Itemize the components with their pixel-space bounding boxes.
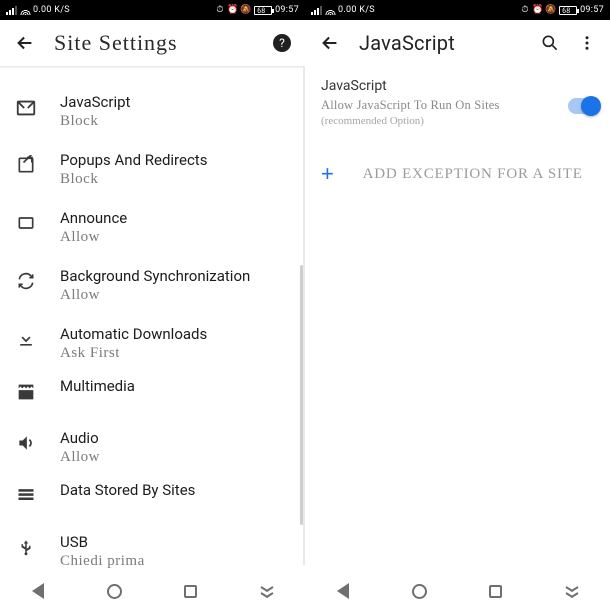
row-multimedia[interactable]: Multimedia [0, 377, 305, 429]
square-icon [184, 585, 197, 598]
status-bar: 0.00 K/S ⏱ ⏰ 🔕 68 09:57 [0, 0, 305, 20]
nav-recent[interactable] [182, 582, 200, 600]
row-label: Automatic Downloads [60, 325, 207, 343]
header-left: Site Settings ? [0, 20, 305, 66]
alarm-icon: ⏰ [228, 5, 238, 15]
screen-site-settings: 0.00 K/S ⏱ ⏰ 🔕 68 09:57 Site Settings ? [0, 0, 305, 610]
alarm-icon: ⏰ [533, 5, 543, 15]
plus-icon: + [321, 161, 335, 187]
nav-back[interactable] [29, 582, 47, 600]
row-downloads[interactable]: Automatic Downloads Ask First [0, 325, 305, 377]
nav-drawer[interactable] [563, 582, 581, 600]
javascript-icon [14, 97, 38, 119]
storage-icon [14, 485, 38, 505]
row-label: Announce [60, 209, 127, 227]
nav-bar [305, 572, 610, 610]
row-sub: Allow [60, 449, 100, 466]
nav-home[interactable] [410, 582, 428, 600]
cellular-icon [6, 6, 17, 15]
add-exception-button[interactable]: + ADD EXCEPTION FOR A SITE [305, 131, 610, 187]
nav-back[interactable] [334, 582, 352, 600]
circle-icon [412, 584, 427, 599]
timer-icon: ⏱ [215, 5, 225, 15]
multimedia-icon [14, 381, 38, 403]
setting-note: (recommended Option) [321, 115, 594, 127]
status-time: 09:57 [580, 5, 604, 15]
announce-icon [14, 213, 38, 233]
row-sub: Block [60, 171, 207, 188]
row-label: USB [60, 533, 145, 551]
more-vert-icon [578, 34, 596, 52]
circle-icon [107, 584, 122, 599]
timer-icon: ⏱ [520, 5, 530, 15]
setting-sub: Allow JavaScript To Run On Sites [321, 98, 594, 113]
row-label: Multimedia [60, 377, 135, 395]
row-sub: Block [60, 113, 130, 130]
cellular-icon [311, 6, 322, 15]
setting-title: JavaScript [321, 78, 594, 94]
status-time: 09:57 [275, 5, 299, 15]
audio-icon [14, 433, 38, 453]
mute-icon: 🔕 [241, 5, 251, 15]
back-button[interactable] [319, 32, 341, 54]
row-label: Data Stored By Sites [60, 481, 195, 499]
help-icon: ? [279, 36, 285, 50]
javascript-setting[interactable]: JavaScript Allow JavaScript To Run On Si… [305, 66, 610, 131]
status-speed: 0.00 K/S [338, 5, 375, 15]
usb-icon [14, 537, 38, 559]
row-sub: Allow [60, 287, 250, 304]
page-title: JavaScript [359, 31, 522, 55]
header-right: JavaScript [305, 20, 610, 66]
arrow-left-icon [319, 32, 341, 54]
nav-recent[interactable] [487, 582, 505, 600]
chevrons-down-icon [261, 586, 273, 597]
javascript-toggle[interactable] [568, 98, 600, 114]
wifi-icon [20, 6, 31, 15]
nav-home[interactable] [105, 582, 123, 600]
arrow-left-icon [14, 32, 36, 54]
row-announce[interactable]: Announce Allow [0, 209, 305, 267]
battery-icon: 68 [254, 6, 272, 15]
row-sub: Allow [60, 229, 127, 246]
row-label: Background Synchronization [60, 267, 250, 285]
row-audio[interactable]: Audio Allow [0, 429, 305, 481]
row-label: Audio [60, 429, 100, 447]
screen-divider [303, 66, 305, 565]
nav-drawer[interactable] [258, 582, 276, 600]
square-icon [489, 585, 502, 598]
status-bar: 0.00 K/S ⏱ ⏰ 🔕 68 09:57 [305, 0, 610, 20]
scrollbar-thumb[interactable] [300, 265, 303, 525]
screen-javascript: 0.00 K/S ⏱ ⏰ 🔕 68 09:57 JavaScript [305, 0, 610, 610]
search-icon [540, 33, 560, 53]
overflow-button[interactable] [578, 34, 596, 52]
add-exception-label: ADD EXCEPTION FOR A SITE [363, 166, 583, 183]
battery-icon: 68 [559, 6, 577, 15]
row-label: Popups And Redirects [60, 151, 207, 169]
popup-icon [14, 155, 38, 175]
row-label: JavaScript [60, 93, 130, 111]
chevrons-down-icon [566, 586, 578, 597]
nav-bar [0, 572, 305, 610]
search-button[interactable] [540, 33, 560, 53]
row-sub: Ask First [60, 345, 207, 362]
settings-list[interactable]: JavaScript Block Popups And Redirects Bl… [0, 69, 305, 610]
row-popups[interactable]: Popups And Redirects Block [0, 151, 305, 209]
row-bgsync[interactable]: Background Synchronization Allow [0, 267, 305, 325]
sync-icon [14, 271, 38, 291]
row-data-stored[interactable]: Data Stored By Sites [0, 481, 305, 533]
mute-icon: 🔕 [546, 5, 556, 15]
download-icon [14, 329, 38, 349]
back-button[interactable] [14, 32, 36, 54]
row-sub: Chiedi prima [60, 553, 145, 570]
triangle-icon [32, 583, 44, 599]
page-title: Site Settings [54, 30, 255, 56]
help-button[interactable]: ? [273, 34, 291, 52]
row-javascript[interactable]: JavaScript Block [0, 93, 305, 151]
status-speed: 0.00 K/S [33, 5, 70, 15]
triangle-icon [337, 583, 349, 599]
wifi-icon [325, 6, 336, 15]
